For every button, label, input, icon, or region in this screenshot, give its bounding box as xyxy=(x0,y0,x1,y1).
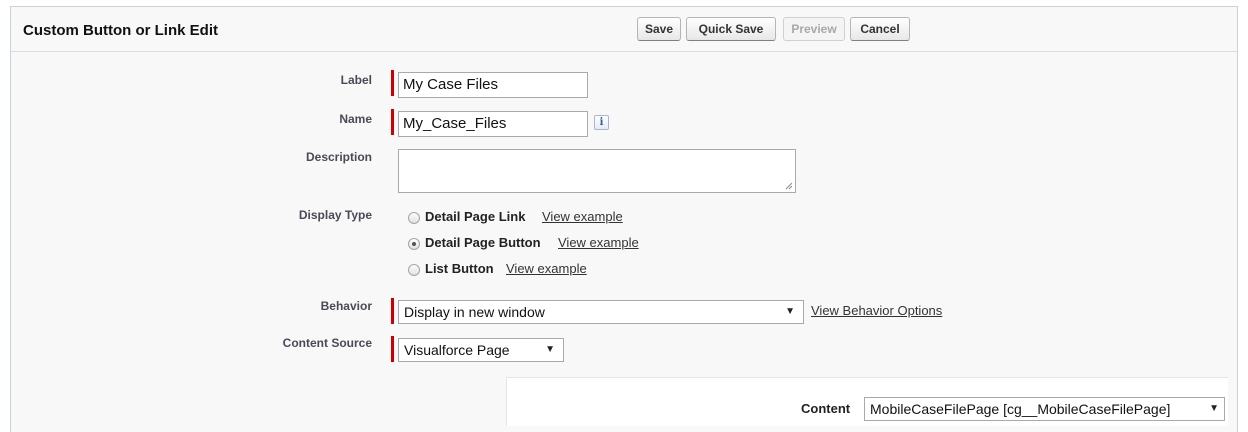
cancel-button[interactable]: Cancel xyxy=(850,17,910,41)
chevron-down-icon: ▼ xyxy=(545,344,555,355)
radio-list-button[interactable] xyxy=(408,264,420,276)
name-input[interactable]: My_Case_Files xyxy=(398,111,588,137)
required-marker xyxy=(391,336,394,362)
save-button[interactable]: Save xyxy=(637,17,681,41)
page-title: Custom Button or Link Edit xyxy=(23,22,218,39)
required-marker xyxy=(391,298,394,324)
option-label: Detail Page Link xyxy=(425,209,526,224)
content-source-select-value: Visualforce Page xyxy=(404,342,510,358)
edit-panel: Custom Button or Link Edit Save Quick Sa… xyxy=(10,6,1238,432)
option-label: Detail Page Button xyxy=(425,235,541,250)
content-source-label: Content Source xyxy=(282,336,372,350)
display-type-label: Display Type xyxy=(298,208,372,222)
name-field-label: Name xyxy=(339,112,372,126)
behavior-select-value: Display in new window xyxy=(404,304,545,320)
view-example-link[interactable]: View example xyxy=(506,261,587,276)
label-input[interactable]: My Case Files xyxy=(398,72,588,98)
description-textarea[interactable] xyxy=(398,149,796,193)
option-label: List Button xyxy=(425,261,494,276)
radio-detail-page-button[interactable] xyxy=(408,238,420,250)
chevron-down-icon: ▼ xyxy=(785,306,795,317)
content-source-select[interactable]: Visualforce Page ▼ xyxy=(398,338,564,362)
content-select-value: MobileCaseFilePage [cg__MobileCaseFilePa… xyxy=(870,401,1171,417)
view-behavior-options-link[interactable]: View Behavior Options xyxy=(811,303,942,318)
required-marker xyxy=(391,70,394,96)
view-example-link[interactable]: View example xyxy=(542,209,623,224)
chevron-down-icon: ▼ xyxy=(1209,403,1219,414)
view-example-link[interactable]: View example xyxy=(558,235,639,250)
page-header: Custom Button or Link Edit Save Quick Sa… xyxy=(11,7,1237,52)
behavior-label: Behavior xyxy=(320,299,372,313)
content-select[interactable]: MobileCaseFilePage [cg__MobileCaseFilePa… xyxy=(864,397,1225,421)
info-icon[interactable]: i xyxy=(594,115,609,130)
description-field-label: Description xyxy=(305,150,372,164)
content-section: Content MobileCaseFilePage [cg__MobileCa… xyxy=(506,377,1228,426)
radio-detail-page-link[interactable] xyxy=(408,212,420,224)
required-marker xyxy=(391,109,394,135)
content-label: Content xyxy=(801,401,851,416)
quick-save-button[interactable]: Quick Save xyxy=(686,17,776,41)
resize-grip-icon[interactable] xyxy=(785,182,793,190)
label-field-label: Label xyxy=(340,73,372,87)
preview-button: Preview xyxy=(783,17,845,41)
behavior-select[interactable]: Display in new window ▼ xyxy=(398,300,804,324)
